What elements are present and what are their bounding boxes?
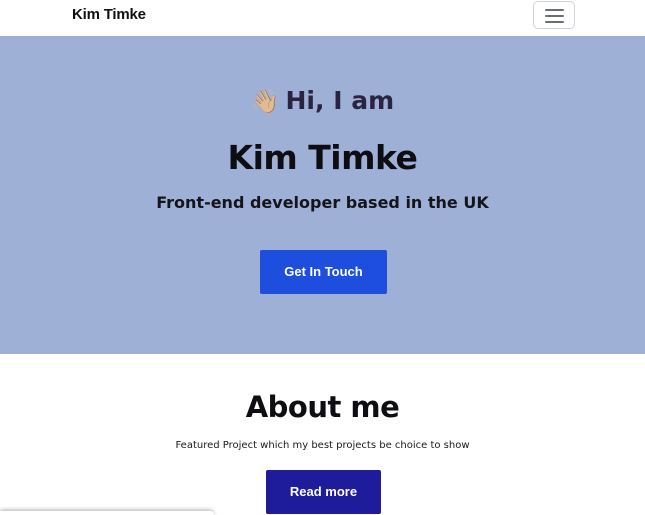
navbar-brand[interactable]: Kim Timke <box>72 6 146 23</box>
hamburger-bar <box>545 9 564 11</box>
navbar: Kim Timke <box>0 0 645 36</box>
hamburger-menu-icon[interactable] <box>533 1 575 29</box>
read-more-button[interactable]: Read more <box>266 470 381 514</box>
about-title: About me <box>245 390 400 424</box>
about-section: About me Featured Project which my best … <box>0 354 645 514</box>
get-in-touch-button[interactable]: Get In Touch <box>260 250 387 294</box>
hero-section: 👋🏼 Hi, I am Kim Timke Front-end developer… <box>0 36 645 354</box>
hamburger-bar <box>545 15 564 17</box>
hamburger-bar <box>545 21 564 23</box>
hero-greeting-text: Hi, I am <box>285 86 395 115</box>
hero-greeting: 👋🏼 Hi, I am <box>0 86 645 115</box>
hero-name: Kim Timke <box>227 138 418 177</box>
about-description: Featured Project which my best projects … <box>175 440 470 451</box>
hero-subtitle: Front-end developer based in the UK <box>156 193 489 212</box>
waving-hand-icon: 👋🏼 <box>250 89 280 115</box>
bottom-panel-edge <box>0 511 214 515</box>
